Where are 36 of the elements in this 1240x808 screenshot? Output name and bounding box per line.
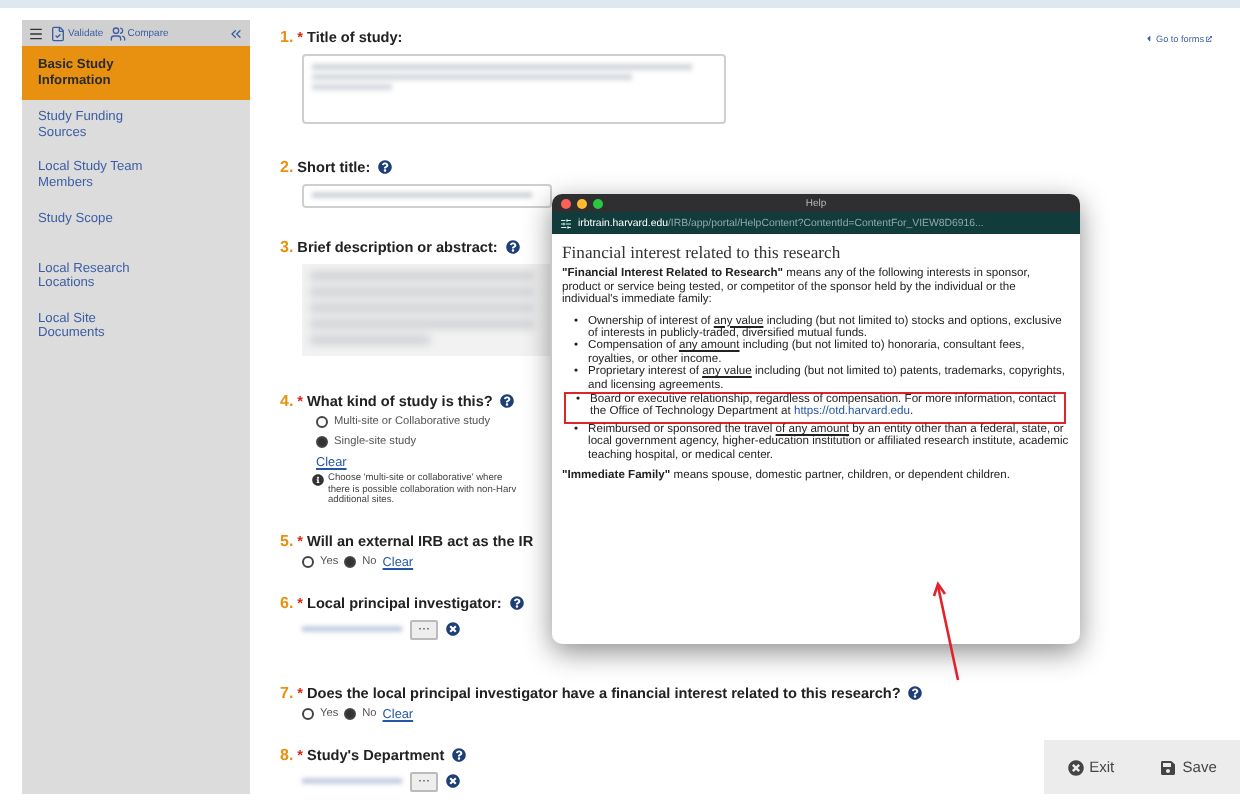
short-title-field[interactable]	[302, 184, 552, 208]
question-number: 2.	[280, 158, 294, 176]
radio-button[interactable]	[302, 556, 314, 569]
site-settings-icon[interactable]	[560, 217, 572, 229]
collapse-icon[interactable]	[228, 25, 244, 41]
clear-icon[interactable]	[446, 622, 460, 637]
info-icon	[312, 474, 324, 486]
close-icon	[1067, 759, 1084, 775]
help-icon[interactable]	[908, 685, 923, 700]
help-icon[interactable]	[500, 394, 515, 408]
radio-button[interactable]	[316, 436, 328, 448]
document-check-icon	[50, 25, 66, 41]
question-number: 3.	[280, 238, 294, 256]
annotation-arrow	[932, 580, 964, 684]
question-number: 4.	[280, 392, 294, 410]
help-icon[interactable]	[378, 160, 393, 174]
question-number: 1.	[280, 28, 294, 46]
radio-button[interactable]	[344, 556, 357, 569]
blurred-text-drawing	[302, 776, 402, 787]
caret-icon	[1144, 34, 1154, 44]
help-heading: Financial interest related to this research	[562, 246, 843, 259]
radio-button[interactable]	[344, 708, 357, 721]
question-number: 8.	[280, 745, 294, 764]
question-number: 7.	[280, 683, 294, 702]
clear-icon[interactable]	[446, 774, 460, 789]
people-icon	[109, 25, 126, 41]
external-link-icon	[1206, 36, 1212, 42]
help-icon[interactable]	[505, 240, 520, 254]
help-icon[interactable]	[509, 595, 524, 610]
menu-icon[interactable]	[28, 25, 44, 41]
radio-button[interactable]	[302, 708, 314, 721]
blurred-text-drawing	[302, 624, 402, 635]
question-number: 5.	[280, 531, 294, 550]
radio-button[interactable]	[316, 416, 328, 428]
help-icon[interactable]	[452, 747, 467, 762]
question-number: 6.	[280, 593, 294, 612]
